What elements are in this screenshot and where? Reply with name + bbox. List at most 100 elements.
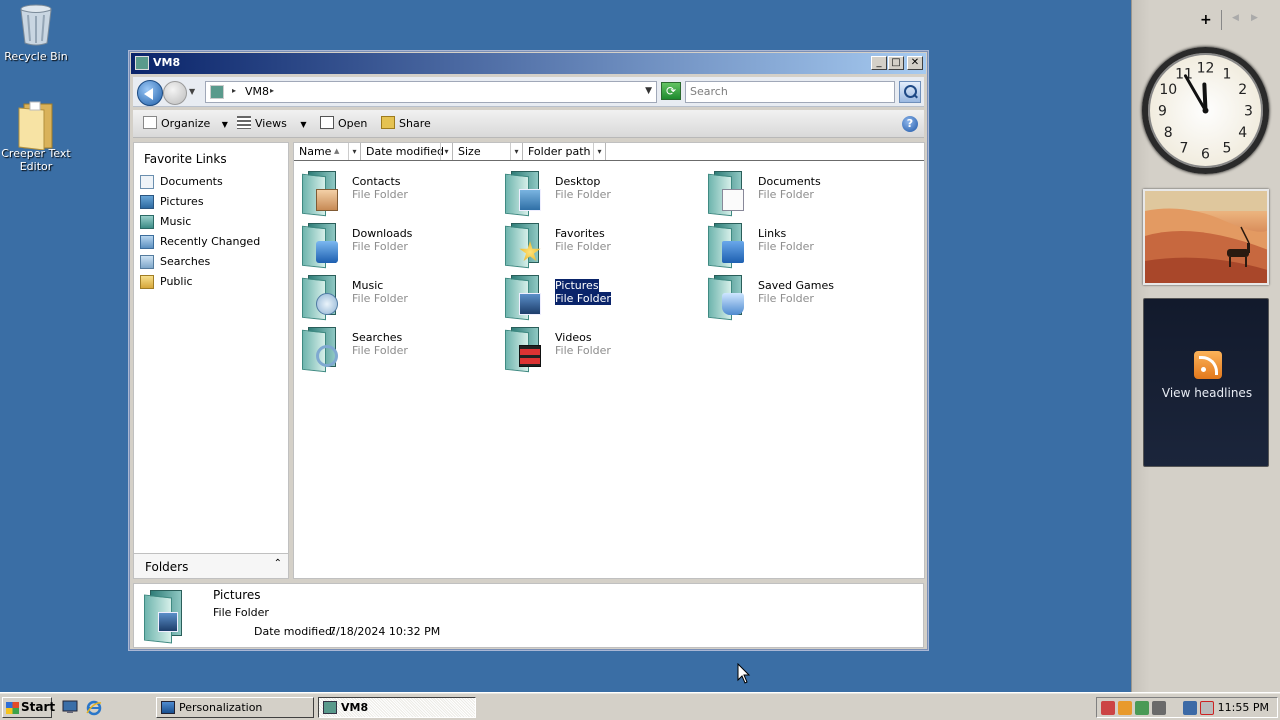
- previous-page-button[interactable]: ◀: [1232, 13, 1239, 23]
- list-item[interactable]: Music File Folder: [296, 269, 496, 321]
- nav-link-music[interactable]: Music: [138, 213, 286, 231]
- views-label: Views: [255, 117, 287, 130]
- internet-explorer-icon[interactable]: [86, 700, 102, 716]
- forward-button[interactable]: [163, 81, 187, 105]
- column-header-name[interactable]: Name ▲ ▾: [294, 143, 361, 160]
- favorite-links-heading: Favorite Links: [144, 152, 227, 166]
- music-folder-icon: [302, 271, 346, 321]
- view-headlines-link[interactable]: View headlines: [1144, 386, 1270, 400]
- address-field[interactable]: ▸ VM8 ▸ ▼: [205, 81, 657, 103]
- open-button[interactable]: Open: [320, 116, 367, 132]
- maximize-button[interactable]: □: [888, 56, 904, 70]
- feed-headlines-gadget[interactable]: View headlines: [1143, 298, 1269, 467]
- item-type: File Folder: [555, 188, 611, 201]
- recent-pages-dropdown[interactable]: ▼: [189, 87, 195, 96]
- add-gadget-button[interactable]: +: [1200, 12, 1212, 28]
- column-header-folder-path[interactable]: Folder path ▾: [523, 143, 606, 160]
- searches-folder-icon: [302, 323, 346, 373]
- device-icon[interactable]: [1152, 701, 1166, 715]
- column-filter-dropdown[interactable]: ▾: [440, 143, 452, 160]
- title-bar[interactable]: VM8 _ □ ✕: [131, 53, 926, 74]
- clock-numeral: 8: [1164, 125, 1173, 141]
- column-filter-dropdown[interactable]: ▾: [510, 143, 522, 160]
- nav-link-label: Searches: [160, 255, 211, 268]
- list-item[interactable]: Favorites File Folder: [499, 217, 699, 269]
- item-type: File Folder: [758, 292, 814, 305]
- music-icon: [140, 215, 154, 229]
- column-label: Size: [458, 145, 481, 158]
- desktop-icon-label: Creeper Text Editor: [1, 147, 71, 173]
- share-icon: [381, 116, 395, 129]
- clock-numeral: 5: [1223, 141, 1232, 157]
- tray-clock[interactable]: 11:55 PM: [1218, 701, 1269, 714]
- pictures-folder-icon: [505, 271, 549, 321]
- search-input[interactable]: Search: [685, 81, 895, 103]
- item-name: Music: [352, 279, 384, 292]
- contacts-folder-icon: [302, 167, 346, 217]
- folders-toggle[interactable]: Folders ⌃: [133, 553, 289, 579]
- column-filter-dropdown[interactable]: ▾: [348, 143, 360, 160]
- list-item[interactable]: Saved Games File Folder: [702, 269, 902, 321]
- nav-link-public[interactable]: Public: [138, 273, 286, 291]
- network-icon[interactable]: [1183, 701, 1197, 715]
- list-item[interactable]: Searches File Folder: [296, 321, 496, 373]
- nav-link-documents[interactable]: Documents: [138, 173, 286, 191]
- start-label: Start: [21, 700, 56, 714]
- item-type: File Folder: [555, 292, 611, 305]
- column-header-size[interactable]: Size ▾: [453, 143, 523, 160]
- clock-numeral: 1: [1223, 66, 1232, 82]
- column-filter-dropdown[interactable]: ▾: [593, 143, 605, 160]
- show-desktop-icon[interactable]: [62, 700, 78, 714]
- breadcrumb-vm8[interactable]: VM8: [245, 85, 269, 98]
- documents-folder-icon: [708, 167, 752, 217]
- clock-gadget[interactable]: 12 1 2 3 4 5 6 7 8 9 10 11: [1142, 47, 1269, 174]
- item-type: File Folder: [758, 188, 814, 201]
- refresh-button[interactable]: ⟳: [661, 82, 681, 100]
- nav-link-pictures[interactable]: Pictures: [138, 193, 286, 211]
- computer-folder-icon: [323, 701, 337, 714]
- downloads-folder-icon: [302, 219, 346, 269]
- file-list[interactable]: Name ▲ ▾ Date modified ▾ Size ▾ Folder p…: [293, 142, 925, 579]
- item-name: Desktop: [555, 175, 601, 188]
- address-history-dropdown[interactable]: ▼: [645, 86, 652, 96]
- organize-button[interactable]: Organize ▼: [143, 116, 228, 132]
- command-bar: Organize ▼ Views ▼ Open Share ?: [133, 110, 924, 138]
- list-item[interactable]: Videos File Folder: [499, 321, 699, 373]
- list-item[interactable]: Contacts File Folder: [296, 165, 496, 217]
- list-item[interactable]: Pictures File Folder: [499, 269, 699, 321]
- list-item[interactable]: Downloads File Folder: [296, 217, 496, 269]
- help-icon[interactable]: ?: [902, 116, 918, 132]
- slideshow-gadget[interactable]: [1143, 189, 1269, 285]
- next-page-button[interactable]: ▶: [1251, 13, 1258, 23]
- back-button[interactable]: [137, 80, 163, 106]
- close-button[interactable]: ✕: [907, 56, 923, 70]
- item-type: File Folder: [758, 240, 814, 253]
- share-button[interactable]: Share: [381, 116, 431, 132]
- list-item[interactable]: Desktop File Folder: [499, 165, 699, 217]
- desert-oryx-photo: [1145, 191, 1267, 283]
- taskbar-button-personalization[interactable]: Personalization: [156, 697, 314, 718]
- breadcrumb-separator[interactable]: ▸: [270, 86, 274, 95]
- list-item[interactable]: Documents File Folder: [702, 165, 902, 217]
- nav-link-recently-changed[interactable]: Recently Changed: [138, 233, 286, 251]
- security-shield-icon[interactable]: [1118, 701, 1132, 715]
- details-type: File Folder: [213, 606, 269, 619]
- recycle-status-icon[interactable]: [1135, 701, 1149, 715]
- list-item[interactable]: Links File Folder: [702, 217, 902, 269]
- desktop-icon-recycle-bin[interactable]: Recycle Bin: [0, 3, 74, 63]
- minimize-button[interactable]: _: [871, 56, 887, 70]
- search-icon[interactable]: [899, 81, 921, 103]
- taskbar-button-vm8[interactable]: VM8: [318, 697, 476, 718]
- desktop-icon-creeper-text-editor[interactable]: Creeper Text Editor: [0, 100, 74, 173]
- nav-link-label: Pictures: [160, 195, 204, 208]
- volume-muted-icon[interactable]: [1200, 701, 1214, 715]
- network-user-icon[interactable]: [1101, 701, 1115, 715]
- nav-link-searches[interactable]: Searches: [138, 253, 286, 271]
- pictures-icon: [140, 195, 154, 209]
- organize-label: Organize: [161, 117, 211, 130]
- start-button[interactable]: Start: [2, 697, 56, 718]
- views-button[interactable]: Views ▼: [237, 116, 307, 132]
- column-header-date-modified[interactable]: Date modified ▾: [361, 143, 453, 160]
- breadcrumb-separator[interactable]: ▸: [232, 86, 236, 95]
- explorer-window[interactable]: VM8 _ □ ✕ ▼ ▸ VM8 ▸ ▼ ⟳ Search Organize …: [129, 51, 928, 650]
